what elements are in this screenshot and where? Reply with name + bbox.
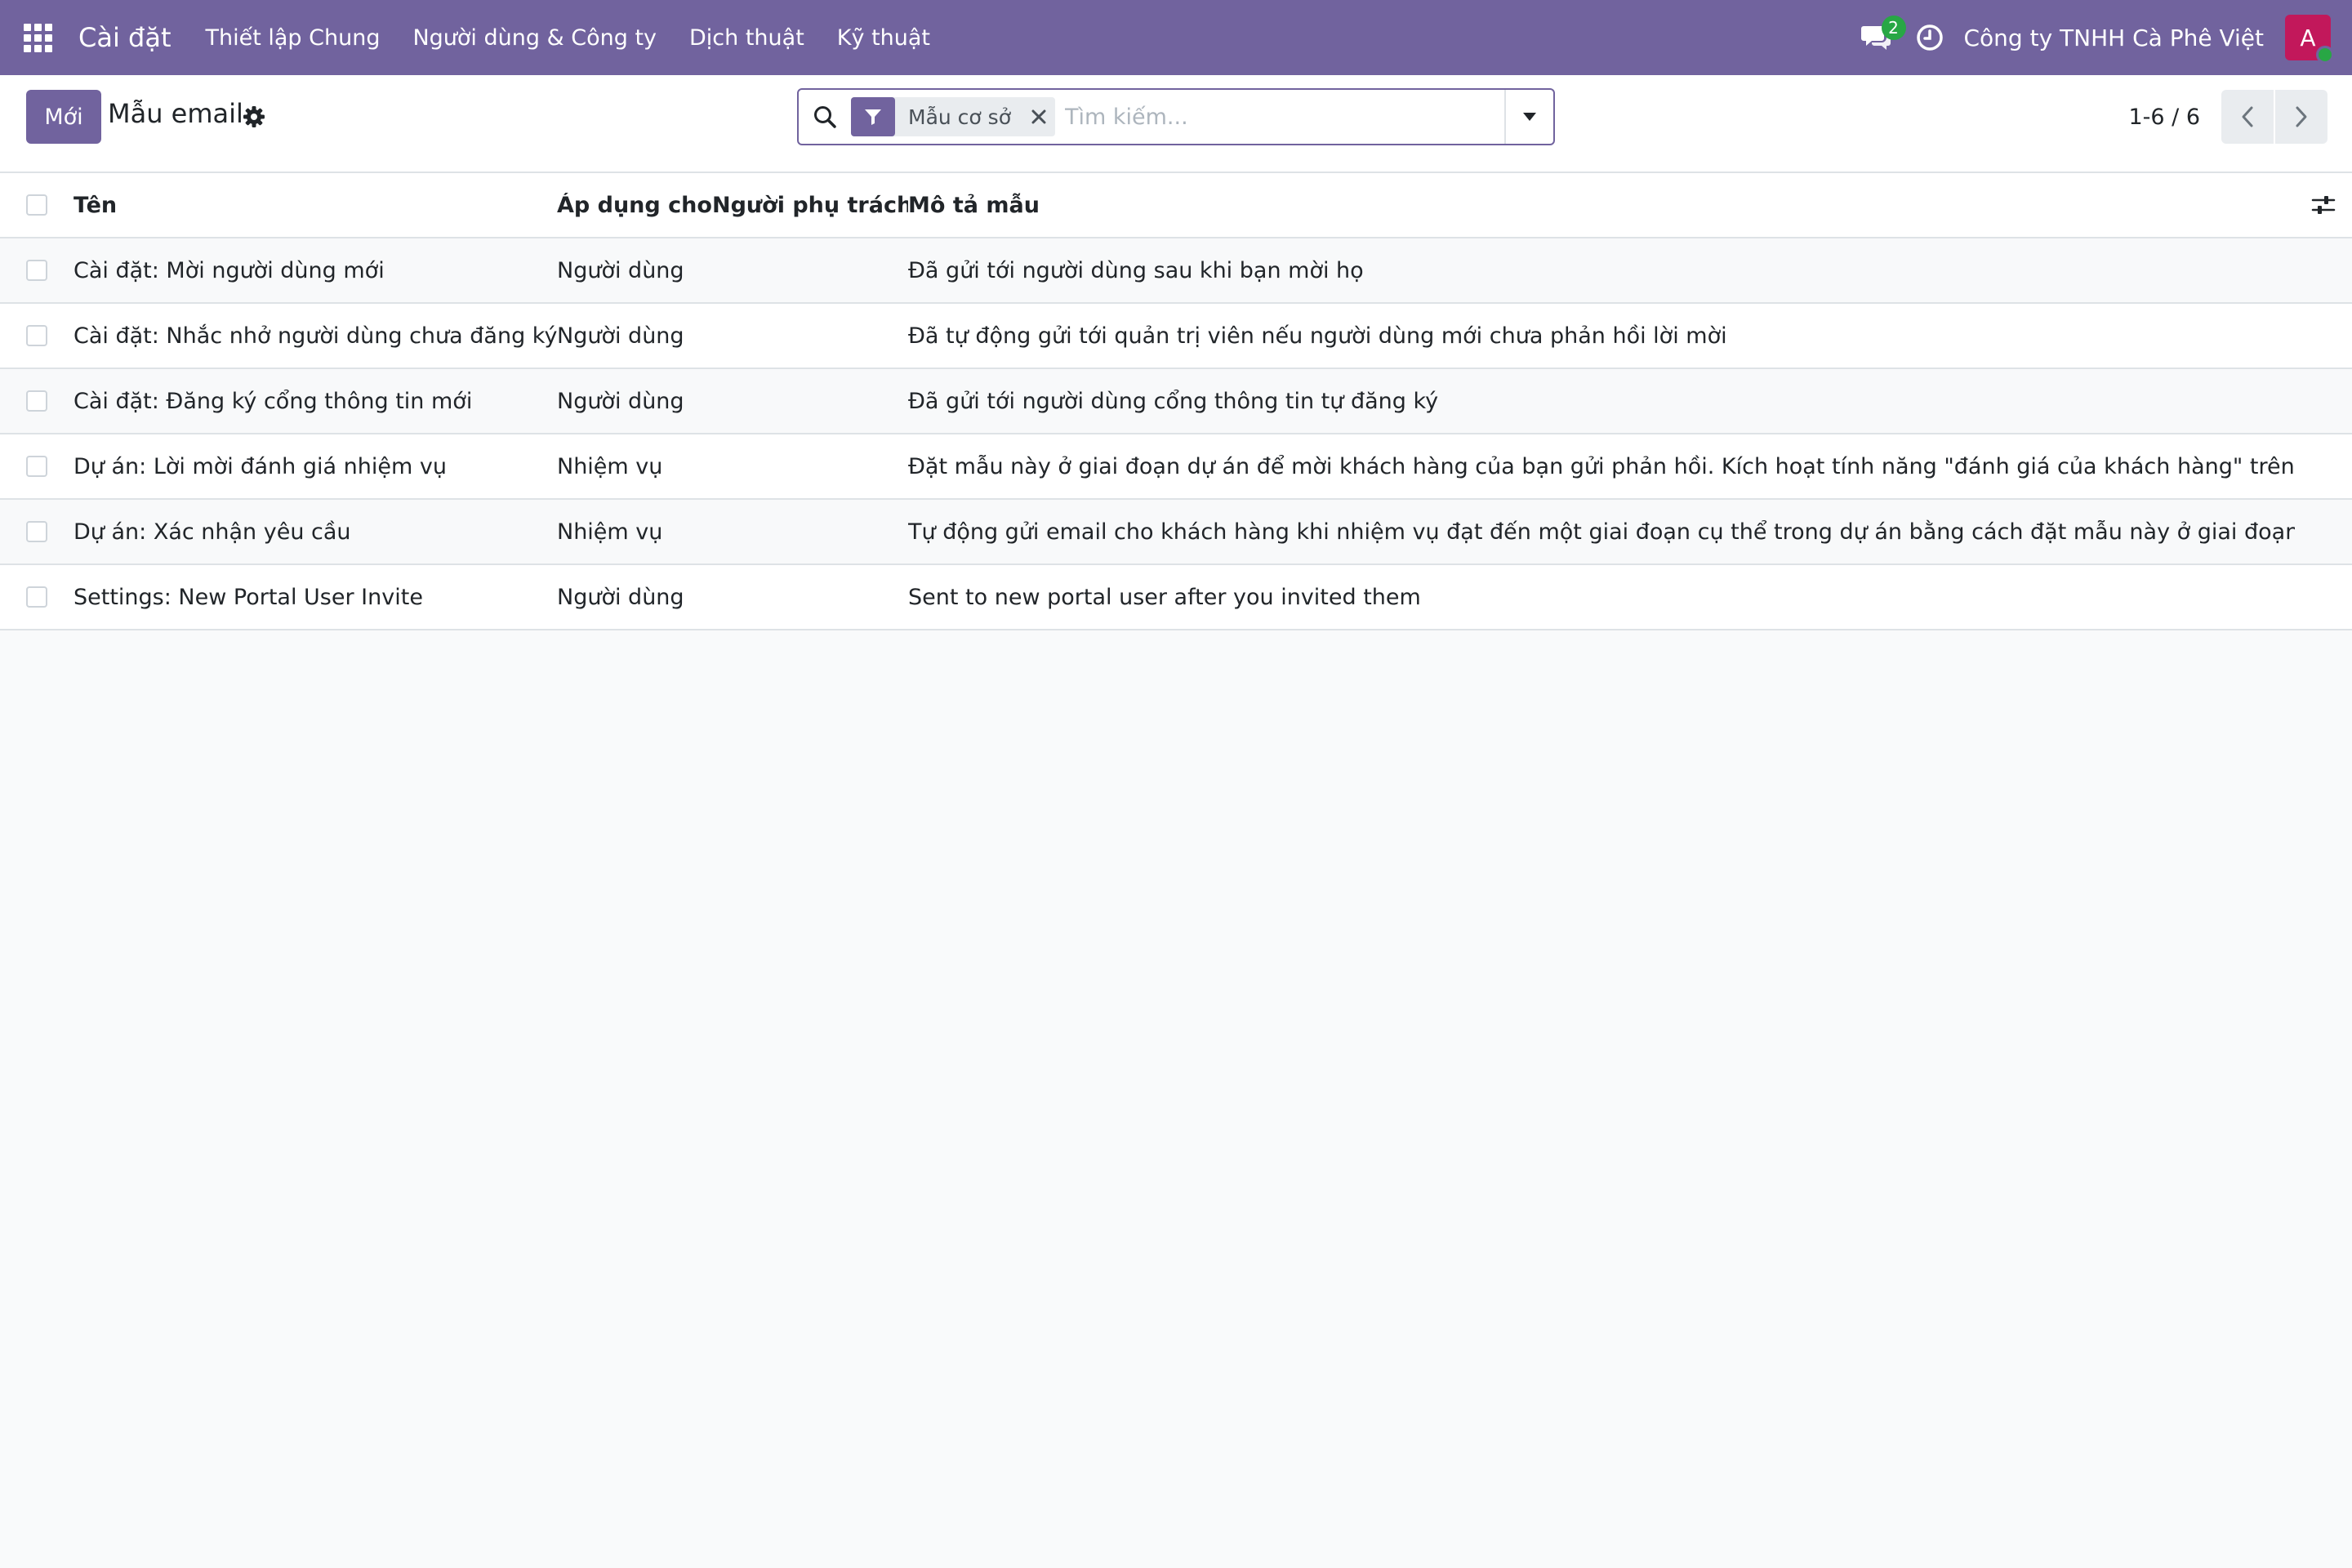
column-header-applies-to[interactable]: Áp dụng cho [557, 193, 712, 218]
search-bar: Mẫu cơ sở [797, 88, 1555, 145]
cell-applies-to: Nhiệm vụ [557, 519, 663, 545]
row-select-cell [0, 586, 74, 608]
search-icon [799, 90, 851, 144]
chevron-left-icon [2242, 106, 2253, 127]
cell-name: Dự án: Lời mời đánh giá nhiệm vụ [74, 453, 447, 479]
row-select-cell [0, 325, 74, 346]
row-select-cell [0, 390, 74, 412]
row-select-cell [0, 521, 74, 542]
table-row[interactable]: Cài đặt: Đăng ký cổng thông tin mới Ngườ… [0, 369, 2352, 434]
message-count-badge: 2 [1881, 16, 1906, 40]
row-select-cell [0, 456, 74, 477]
row-checkbox[interactable] [26, 390, 47, 412]
activities-button[interactable] [1905, 0, 1954, 75]
row-checkbox[interactable] [26, 260, 47, 281]
company-switcher[interactable]: Công ty TNHH Cà Phê Việt [1954, 24, 2286, 51]
navbar-systray: 2 Công ty TNHH Cà Phê Việt A [1848, 0, 2352, 75]
cell-applies-to: Người dùng [557, 388, 684, 414]
table-row[interactable]: Settings: New Portal User Invite Người d… [0, 565, 2352, 630]
cell-applies-to: Người dùng [557, 323, 684, 349]
cell-description: Đã gửi tới người dùng sau khi bạn mời họ [908, 257, 1364, 283]
top-navbar: Cài đặt Thiết lập Chung Người dùng & Côn… [0, 0, 2352, 75]
cell-name: Settings: New Portal User Invite [74, 584, 423, 610]
cell-name: Cài đặt: Nhắc nhở người dùng chưa đăng k… [74, 323, 557, 349]
control-panel: Mới Mẫu email Mẫu cơ sở Tìm kiếm... 1-6 … [0, 75, 2352, 173]
cell-applies-to: Người dùng [557, 584, 684, 610]
column-header-name[interactable]: Tên [74, 193, 557, 218]
table-row[interactable]: Dự án: Lời mời đánh giá nhiệm vụ Nhiệm v… [0, 434, 2352, 500]
row-checkbox[interactable] [26, 586, 47, 608]
menu-users-companies[interactable]: Người dùng & Công ty [396, 25, 673, 51]
close-icon [1031, 109, 1046, 124]
email-template-list: Tên Áp dụng cho Người phụ trách Mô tả mẫ… [0, 173, 2352, 630]
pager-previous-button[interactable] [2221, 90, 2274, 144]
remove-facet-button[interactable] [1022, 97, 1055, 136]
cell-applies-to: Nhiệm vụ [557, 453, 663, 479]
select-all-checkbox[interactable] [26, 194, 47, 216]
pager: 1-6 / 6 [2128, 90, 2328, 144]
column-header-responsible[interactable]: Người phụ trách [712, 193, 908, 218]
cell-description: Đã gửi tới người dùng cổng thông tin tự … [908, 388, 1439, 414]
table-row[interactable]: Dự án: Xác nhận yêu cầu Nhiệm vụ Tự động… [0, 500, 2352, 565]
pager-value[interactable]: 1-6 / 6 [2128, 105, 2200, 130]
cell-description: Sent to new portal user after you invite… [908, 584, 1421, 610]
optional-columns-toggle[interactable] [2295, 194, 2352, 216]
table-row[interactable]: Cài đặt: Mời người dùng mới Người dùng Đ… [0, 238, 2352, 304]
messaging-button[interactable]: 2 [1848, 0, 1906, 75]
table-header: Tên Áp dụng cho Người phụ trách Mô tả mẫ… [0, 173, 2352, 238]
cell-name: Dự án: Xác nhận yêu cầu [74, 519, 351, 545]
cell-name: Cài đặt: Đăng ký cổng thông tin mới [74, 388, 473, 414]
chevron-right-icon [2296, 106, 2307, 127]
gear-icon [243, 106, 265, 127]
caret-down-icon [1523, 113, 1536, 121]
cell-description: Tự động gửi email cho khách hàng khi nhi… [908, 519, 2295, 545]
menu-translations[interactable]: Dịch thuật [673, 25, 821, 51]
clock-icon [1916, 24, 1943, 51]
page-title: Mẫu email [108, 98, 243, 129]
search-panel-toggle[interactable] [1504, 90, 1553, 144]
row-checkbox[interactable] [26, 456, 47, 477]
user-menu[interactable]: A [2285, 15, 2334, 64]
row-checkbox[interactable] [26, 521, 47, 542]
row-select-cell [0, 260, 74, 281]
facet-label: Mẫu cơ sở [908, 105, 1011, 129]
app-brand[interactable]: Cài đặt [75, 22, 174, 53]
cell-name: Cài đặt: Mời người dùng mới [74, 257, 385, 283]
online-status-dot [2316, 46, 2334, 64]
app-menu-icon[interactable] [0, 0, 75, 75]
select-all-cell [0, 194, 74, 216]
sliders-icon [2311, 196, 2336, 214]
column-header-description[interactable]: Mô tả mẫu [908, 193, 2295, 218]
table-row[interactable]: Cài đặt: Nhắc nhở người dùng chưa đăng k… [0, 304, 2352, 369]
actions-gear-button[interactable] [242, 105, 266, 129]
cell-applies-to: Người dùng [557, 257, 684, 283]
menu-technical[interactable]: Kỹ thuật [821, 25, 947, 51]
search-input[interactable] [1065, 92, 1504, 141]
row-checkbox[interactable] [26, 325, 47, 346]
menu-general-settings[interactable]: Thiết lập Chung [189, 25, 396, 51]
main-menu: Thiết lập Chung Người dùng & Công ty Dịc… [189, 25, 947, 51]
cell-description: Đặt mẫu này ở giai đoạn dự án để mời khá… [908, 453, 2295, 479]
new-button[interactable]: Mới [26, 90, 101, 144]
pager-next-button[interactable] [2275, 90, 2328, 144]
filter-icon [851, 97, 895, 136]
cell-description: Đã tự động gửi tới quản trị viên nếu ngư… [908, 323, 1727, 349]
search-facet: Mẫu cơ sở [851, 97, 1055, 136]
